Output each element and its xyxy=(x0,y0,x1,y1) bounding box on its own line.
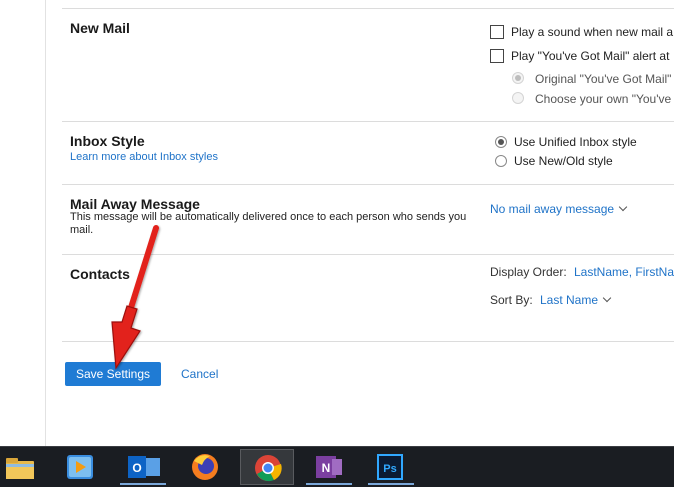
windows-taskbar: O N Ps xyxy=(0,446,674,487)
new-old-style-radio[interactable] xyxy=(495,155,507,167)
taskbar-onenote[interactable]: N xyxy=(302,449,356,485)
play-sound-checkbox[interactable] xyxy=(490,25,504,39)
taskbar-media-player[interactable] xyxy=(54,449,108,485)
play-sound-label: Play a sound when new mail a xyxy=(511,25,674,39)
mail-away-description: This message will be automatically deliv… xyxy=(70,211,467,236)
firefox-icon xyxy=(192,454,218,480)
original-alert-label: Original "You've Got Mail" xyxy=(535,72,672,86)
display-order-dropdown[interactable]: LastName, FirstNa xyxy=(574,265,674,279)
mail-away-title: Mail Away Message xyxy=(70,196,200,212)
unified-inbox-radio[interactable] xyxy=(495,136,507,148)
taskbar-outlook[interactable]: O xyxy=(116,449,170,485)
mail-away-dropdown[interactable]: No mail away message xyxy=(490,202,628,216)
new-old-style-label: Use New/Old style xyxy=(514,154,613,168)
choose-own-alert-radio[interactable] xyxy=(512,92,524,104)
new-mail-title: New Mail xyxy=(70,20,130,36)
original-alert-radio[interactable] xyxy=(512,72,524,84)
chrome-icon xyxy=(255,455,282,482)
divider-2 xyxy=(62,184,674,185)
sort-by-value: Last Name xyxy=(540,293,599,307)
svg-text:O: O xyxy=(132,461,141,475)
display-order-label: Display Order: xyxy=(490,265,567,279)
cancel-link[interactable]: Cancel xyxy=(181,367,218,381)
sort-by-label: Sort By: xyxy=(490,293,533,307)
file-explorer-icon xyxy=(6,458,34,479)
divider-3 xyxy=(62,254,674,255)
photoshop-icon: Ps xyxy=(377,454,403,480)
outlook-icon: O xyxy=(128,456,160,478)
sort-by-dropdown[interactable]: Last Name xyxy=(540,293,612,307)
divider-4 xyxy=(62,341,674,342)
save-settings-button[interactable]: Save Settings xyxy=(65,362,161,386)
youve-got-mail-checkbox[interactable] xyxy=(490,49,504,63)
youve-got-mail-label: Play "You've Got Mail" alert at xyxy=(511,49,670,63)
left-divider xyxy=(45,0,46,446)
onenote-icon: N xyxy=(316,456,342,478)
taskbar-chrome[interactable] xyxy=(240,449,294,485)
learn-more-inbox-link[interactable]: Learn more about Inbox styles xyxy=(70,151,218,163)
chevron-down-icon xyxy=(618,202,628,212)
taskbar-file-explorer[interactable] xyxy=(0,449,54,485)
display-order-value: LastName, FirstNa xyxy=(574,265,674,279)
settings-page: New Mail Play a sound when new mail a Pl… xyxy=(0,0,674,446)
choose-own-alert-label: Choose your own "You've xyxy=(535,92,672,106)
taskbar-photoshop[interactable]: Ps xyxy=(364,449,418,485)
taskbar-firefox[interactable] xyxy=(178,449,232,485)
mail-away-dropdown-label: No mail away message xyxy=(490,202,615,216)
unified-inbox-label: Use Unified Inbox style xyxy=(514,135,637,149)
chevron-down-icon xyxy=(602,293,612,303)
divider-1 xyxy=(62,121,674,122)
svg-text:N: N xyxy=(322,461,331,475)
divider-top xyxy=(62,8,674,9)
inbox-style-title: Inbox Style xyxy=(70,133,145,149)
svg-text:Ps: Ps xyxy=(383,463,396,475)
media-player-icon xyxy=(67,455,93,479)
contacts-title: Contacts xyxy=(70,266,130,282)
